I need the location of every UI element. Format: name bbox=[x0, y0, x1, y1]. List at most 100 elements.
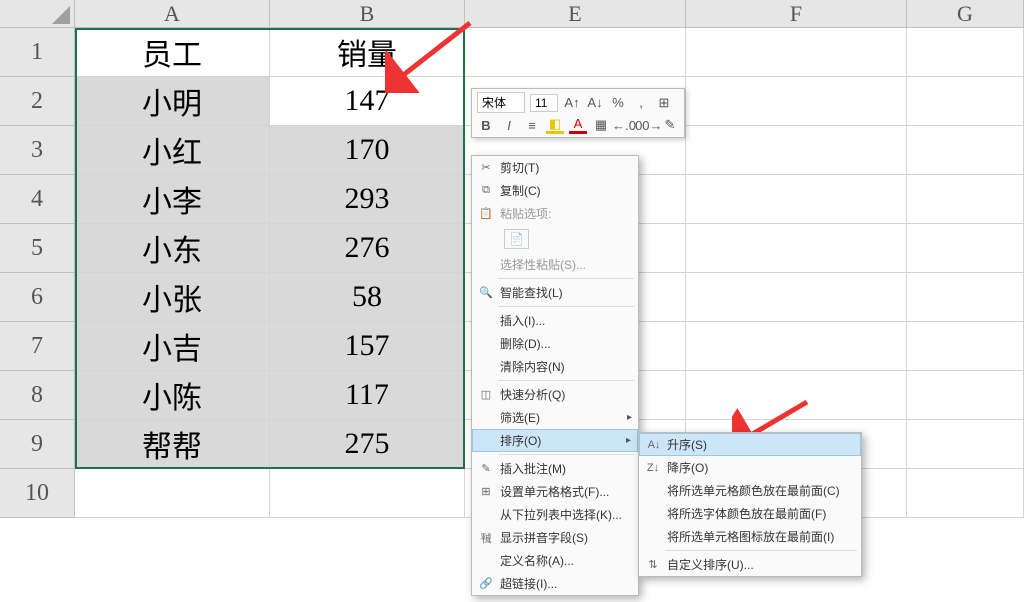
align-icon[interactable]: ≡ bbox=[523, 116, 541, 134]
menu-cut[interactable]: ✂剪切(T) bbox=[472, 156, 638, 179]
submenu-cell-color[interactable]: 将所选单元格颜色放在最前面(C) bbox=[639, 479, 861, 502]
menu-paste-special[interactable]: 选择性粘贴(S)... bbox=[472, 253, 638, 276]
cell[interactable] bbox=[907, 224, 1024, 273]
cell-a8[interactable]: 小陈 bbox=[75, 371, 270, 420]
cell-a6[interactable]: 小张 bbox=[75, 273, 270, 322]
cell-a7[interactable]: 小吉 bbox=[75, 322, 270, 371]
row-header[interactable]: 6 bbox=[0, 273, 75, 322]
menu-filter[interactable]: 筛选(E)▸ bbox=[472, 406, 638, 429]
cell-a2[interactable]: 小明 bbox=[75, 77, 270, 126]
menu-insert[interactable]: 插入(I)... bbox=[472, 309, 638, 332]
row-header[interactable]: 3 bbox=[0, 126, 75, 175]
menu-copy[interactable]: ⧉复制(C) bbox=[472, 179, 638, 202]
cell-b9[interactable]: 275 bbox=[270, 420, 465, 469]
cell[interactable] bbox=[907, 420, 1024, 469]
cell-a4[interactable]: 小李 bbox=[75, 175, 270, 224]
menu-define-name[interactable]: 定义名称(A)... bbox=[472, 549, 638, 572]
col-header-a[interactable]: A bbox=[75, 0, 270, 28]
cell[interactable] bbox=[686, 273, 907, 322]
col-header-b[interactable]: B bbox=[270, 0, 465, 28]
menu-label: 从下拉列表中选择(K)... bbox=[500, 506, 622, 523]
decrease-font-icon[interactable]: A↓ bbox=[586, 94, 604, 112]
cell[interactable] bbox=[270, 469, 465, 518]
submenu-sort-descending[interactable]: Z↓降序(O) bbox=[639, 456, 861, 479]
menu-label: 复制(C) bbox=[500, 182, 541, 199]
cell[interactable] bbox=[907, 175, 1024, 224]
cell[interactable] bbox=[907, 77, 1024, 126]
italic-icon[interactable]: I bbox=[500, 116, 518, 134]
cell-a9[interactable]: 帮帮 bbox=[75, 420, 270, 469]
cell[interactable] bbox=[686, 371, 907, 420]
merge-icon[interactable]: ⊞ bbox=[655, 94, 673, 112]
cell[interactable] bbox=[686, 77, 907, 126]
row-header[interactable]: 4 bbox=[0, 175, 75, 224]
menu-insert-comment[interactable]: ✎插入批注(M) bbox=[472, 457, 638, 480]
cell[interactable] bbox=[907, 469, 1024, 518]
bold-icon[interactable]: B bbox=[477, 116, 495, 134]
comma-icon[interactable]: , bbox=[632, 94, 650, 112]
cell[interactable] bbox=[907, 28, 1024, 77]
border-icon[interactable]: ▦ bbox=[592, 116, 610, 134]
cell-b4[interactable]: 293 bbox=[270, 175, 465, 224]
row-header[interactable]: 2 bbox=[0, 77, 75, 126]
cell[interactable] bbox=[686, 126, 907, 175]
cell[interactable] bbox=[75, 469, 270, 518]
menu-delete[interactable]: 删除(D)... bbox=[472, 332, 638, 355]
menu-hyperlink[interactable]: 🔗超链接(I)... bbox=[472, 572, 638, 595]
cell[interactable] bbox=[686, 28, 907, 77]
decrease-decimal-icon[interactable]: ←.0 bbox=[615, 116, 633, 134]
cell[interactable] bbox=[907, 322, 1024, 371]
cell-b7[interactable]: 157 bbox=[270, 322, 465, 371]
cell[interactable] bbox=[907, 273, 1024, 322]
paste-option-slot[interactable]: 📄 bbox=[472, 225, 638, 253]
cell[interactable] bbox=[907, 126, 1024, 175]
increase-decimal-icon[interactable]: .00→ bbox=[638, 116, 656, 134]
submenu-sort-ascending[interactable]: A↓升序(S) bbox=[639, 433, 861, 456]
menu-quick-analysis[interactable]: ◫快速分析(Q) bbox=[472, 383, 638, 406]
cell-a1[interactable]: 员工 bbox=[75, 28, 270, 77]
cell-a5[interactable]: 小东 bbox=[75, 224, 270, 273]
cell[interactable] bbox=[686, 175, 907, 224]
row-header[interactable]: 5 bbox=[0, 224, 75, 273]
submenu-custom-sort[interactable]: ⇅自定义排序(U)... bbox=[639, 553, 861, 576]
cell-b8[interactable]: 117 bbox=[270, 371, 465, 420]
select-all-corner[interactable] bbox=[0, 0, 75, 28]
cell[interactable] bbox=[686, 322, 907, 371]
menu-label: 剪切(T) bbox=[500, 159, 539, 176]
menu-label: 筛选(E) bbox=[500, 409, 540, 426]
col-header-f[interactable]: F bbox=[686, 0, 907, 28]
fill-color-icon[interactable]: ◧ bbox=[546, 116, 564, 134]
font-color-icon[interactable]: A bbox=[569, 116, 587, 134]
menu-sort[interactable]: 排序(O)▸ bbox=[472, 429, 638, 452]
row-header[interactable]: 1 bbox=[0, 28, 75, 77]
submenu-cell-icon[interactable]: 将所选单元格图标放在最前面(I) bbox=[639, 525, 861, 548]
menu-pick-from-list[interactable]: 从下拉列表中选择(K)... bbox=[472, 503, 638, 526]
menu-smart-lookup[interactable]: 🔍智能查找(L) bbox=[472, 281, 638, 304]
row-header[interactable]: 10 bbox=[0, 469, 75, 518]
menu-label: 将所选单元格图标放在最前面(I) bbox=[667, 528, 834, 545]
cell[interactable] bbox=[907, 371, 1024, 420]
col-header-g[interactable]: G bbox=[907, 0, 1024, 28]
row-header[interactable]: 9 bbox=[0, 420, 75, 469]
cell-b2-active[interactable]: 147 bbox=[270, 77, 465, 126]
row-header[interactable]: 8 bbox=[0, 371, 75, 420]
submenu-font-color[interactable]: 将所选字体颜色放在最前面(F) bbox=[639, 502, 861, 525]
percent-icon[interactable]: % bbox=[609, 94, 627, 112]
menu-clear-contents[interactable]: 清除内容(N) bbox=[472, 355, 638, 378]
format-painter-icon[interactable]: ✎ bbox=[661, 116, 679, 134]
cell-b6[interactable]: 58 bbox=[270, 273, 465, 322]
menu-format-cells[interactable]: ⊞设置单元格格式(F)... bbox=[472, 480, 638, 503]
cell-b5[interactable]: 276 bbox=[270, 224, 465, 273]
cell-a3[interactable]: 小红 bbox=[75, 126, 270, 175]
font-name-selector[interactable]: 宋体 bbox=[477, 92, 525, 113]
menu-paste-options[interactable]: 📋粘贴选项: bbox=[472, 202, 638, 225]
cell[interactable] bbox=[686, 224, 907, 273]
cell[interactable] bbox=[465, 28, 686, 77]
menu-show-phonetic[interactable]: ㍻显示拼音字段(S) bbox=[472, 526, 638, 549]
cell-b1[interactable]: 销量 bbox=[270, 28, 465, 77]
col-header-e[interactable]: E bbox=[465, 0, 686, 28]
row-header[interactable]: 7 bbox=[0, 322, 75, 371]
increase-font-icon[interactable]: A↑ bbox=[563, 94, 581, 112]
cell-b3[interactable]: 170 bbox=[270, 126, 465, 175]
font-size-selector[interactable]: 11 bbox=[530, 94, 558, 112]
